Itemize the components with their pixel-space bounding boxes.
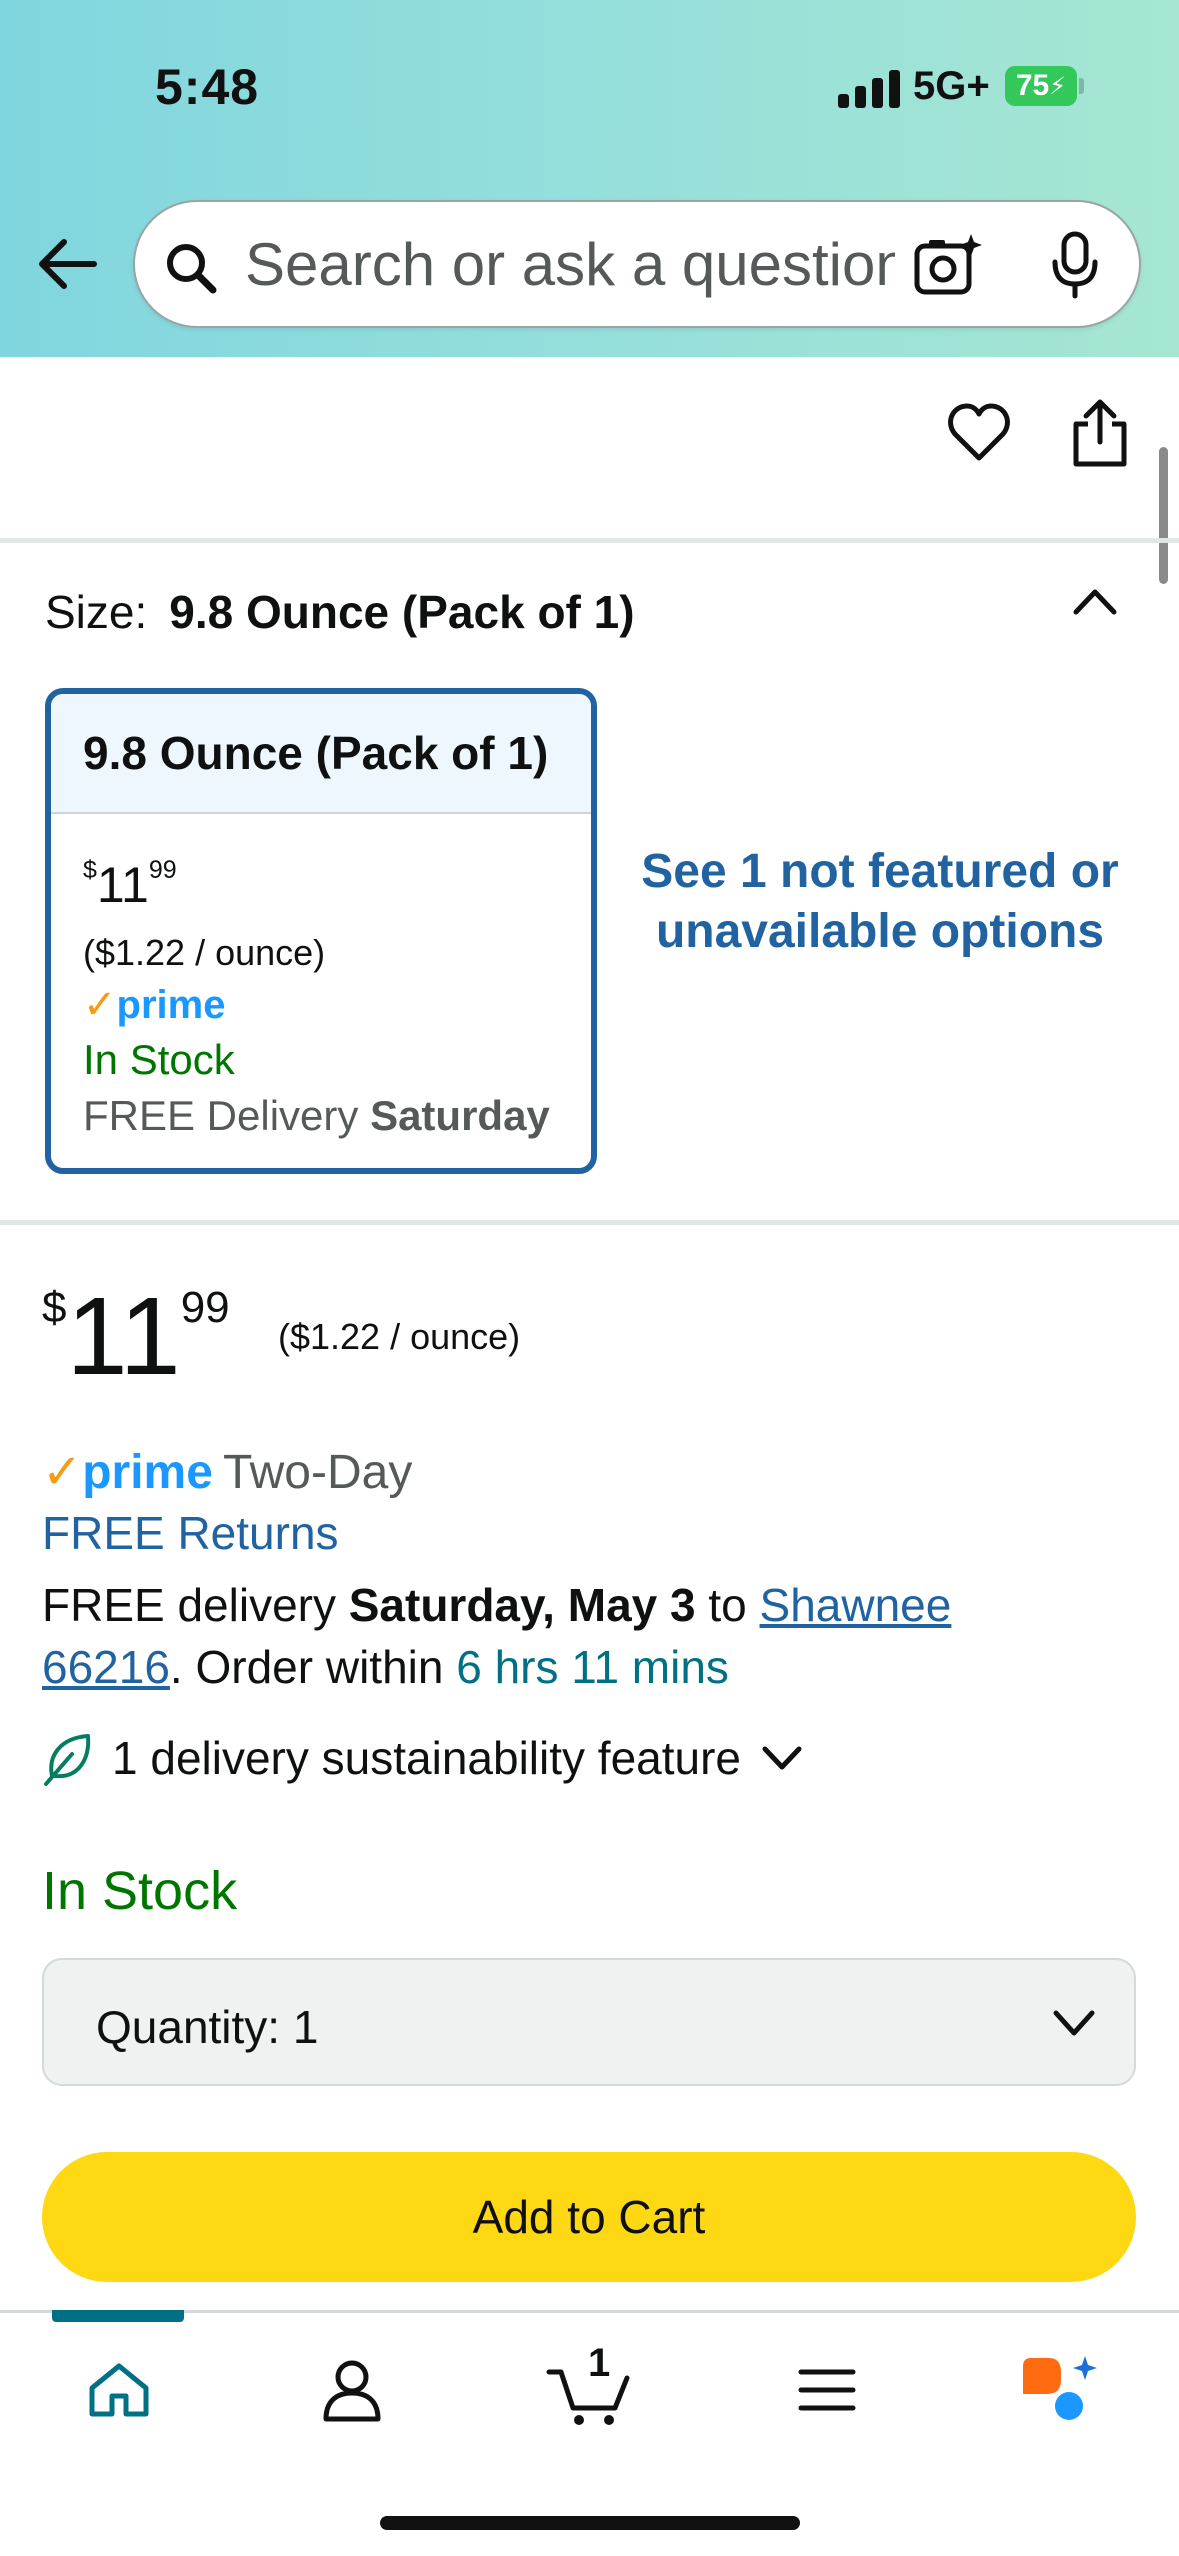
delivery-info: FREE delivery Saturday, May 3 to Shawnee…	[42, 1579, 952, 1693]
rufus-tab[interactable]	[1010, 2345, 1110, 2435]
product-price: $1199	[42, 1275, 230, 1398]
size-option-delivery: FREE Delivery Saturday	[83, 1092, 550, 1139]
section-divider	[0, 538, 1179, 543]
size-option-stock: In Stock	[83, 1036, 235, 1083]
home-icon	[89, 2363, 149, 2417]
header-bar: 5:48 5G+ 75 ⚡	[0, 0, 1179, 357]
microphone-icon[interactable]	[1047, 230, 1103, 300]
delivery-location-link[interactable]: Shawnee	[760, 1579, 952, 1631]
prime-logo: ✓prime	[83, 983, 226, 1027]
prime-badge: ✓ prime Two-Day	[42, 1446, 413, 1499]
cart-count: 1	[588, 2341, 611, 2385]
hamburger-icon	[798, 2369, 856, 2411]
size-label-row: Size: 9.8 Ounce (Pack of 1)	[45, 585, 635, 639]
camera-search-icon[interactable]	[913, 232, 983, 298]
ai-assistant-icon	[1023, 2356, 1097, 2420]
chevron-up-icon[interactable]	[1070, 580, 1120, 620]
quantity-label: Quantity: 1	[96, 2001, 319, 2053]
person-icon	[323, 2360, 381, 2422]
delivery-countdown: 6 hrs 11 mins	[456, 1641, 729, 1693]
prime-check-icon: ✓	[42, 1446, 83, 1499]
share-icon[interactable]	[1070, 398, 1130, 468]
heart-icon[interactable]	[947, 402, 1011, 462]
size-label: Size:	[45, 586, 148, 638]
size-option-unit-price: ($1.22 / ounce)	[83, 932, 326, 973]
size-selected: 9.8 Ounce (Pack of 1)	[169, 586, 635, 638]
battery-tip	[1079, 78, 1084, 94]
search-icon	[167, 244, 217, 294]
home-tab[interactable]	[72, 2345, 166, 2435]
leaf-icon	[44, 1734, 91, 1786]
battery-icon: 75 ⚡	[1005, 66, 1077, 106]
status-time: 5:48	[155, 59, 260, 115]
stock-status: In Stock	[42, 1861, 238, 1921]
account-tab[interactable]	[305, 2345, 399, 2435]
size-option-price: $1199	[83, 856, 177, 913]
add-to-cart-button[interactable]: Add to Cart	[42, 2152, 1136, 2282]
quantity-dropdown[interactable]: Quantity: 1	[42, 1958, 1136, 2086]
menu-tab[interactable]	[780, 2345, 874, 2435]
search-input[interactable]	[245, 202, 895, 326]
chevron-down-icon	[762, 1746, 802, 1770]
active-tab-indicator	[52, 2310, 184, 2322]
sustainability-feature-row[interactable]: 1 delivery sustainability feature	[42, 1730, 803, 1786]
unit-price: ($1.22 / ounce)	[278, 1316, 521, 1357]
battery-level: 75	[1015, 69, 1050, 102]
home-indicator[interactable]	[380, 2516, 800, 2530]
size-option-card[interactable]: 9.8 Ounce (Pack of 1) $1199 ($1.22 / oun…	[45, 688, 597, 1174]
cart-tab[interactable]: 1	[540, 2341, 640, 2435]
search-bar[interactable]	[133, 200, 1141, 328]
signal-icon	[838, 68, 900, 108]
quantity-value: 1	[292, 2001, 319, 2053]
section-divider	[0, 1220, 1179, 1225]
back-arrow-icon[interactable]	[34, 236, 98, 292]
network-type: 5G+	[913, 64, 990, 108]
delivery-zip-link[interactable]: 66216	[42, 1641, 170, 1693]
size-option-title: 9.8 Ounce (Pack of 1)	[51, 694, 591, 814]
not-featured-options-link[interactable]: See 1 not featured or unavailable option…	[640, 842, 1120, 962]
scrollbar[interactable]	[1159, 447, 1168, 584]
chevron-down-icon	[1053, 2010, 1095, 2036]
sustainability-text: 1 delivery sustainability feature	[112, 1732, 741, 1784]
free-returns-link[interactable]: FREE Returns	[42, 1506, 339, 1560]
